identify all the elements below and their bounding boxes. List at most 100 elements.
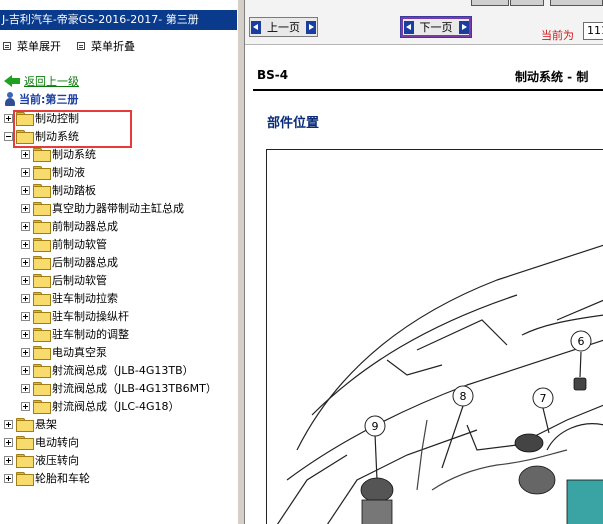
current-book-label: 当前:第三册: [19, 93, 79, 106]
expand-toggle-icon[interactable]: [21, 221, 30, 231]
folder-icon: [33, 256, 51, 270]
menu-controls: 菜单展开 菜单折叠: [3, 38, 135, 54]
expand-toggle-icon[interactable]: [21, 167, 30, 177]
toolbar-edge: [550, 0, 603, 6]
collapse-all-label: 菜单折叠: [91, 40, 135, 53]
tree-item-label[interactable]: 后制动软管: [52, 272, 107, 288]
prev-page-button[interactable]: 上一页: [249, 17, 318, 37]
tree-child-item[interactable]: 驻车制动拉索: [21, 290, 118, 306]
tree-child-item[interactable]: 射流阀总成（JLB-4G13TB）: [21, 362, 194, 378]
expand-toggle-icon[interactable]: [21, 293, 30, 303]
tree-child-item[interactable]: 真空助力器带制动主缸总成: [21, 200, 184, 216]
expand-toggle-icon[interactable]: [21, 185, 30, 195]
car-line-drawing: 6 7 8 9: [276, 244, 603, 524]
tree-child-item[interactable]: 制动踏板: [21, 182, 96, 198]
tree-child-item[interactable]: 射流阀总成（JLB-4G13TB6MT）: [21, 380, 217, 396]
tree-item-label[interactable]: 电动转向: [35, 434, 79, 450]
folder-icon: [33, 274, 51, 288]
callout-6: 6: [578, 335, 585, 348]
tree-item-label[interactable]: 前制动器总成: [52, 218, 118, 234]
expand-toggle-icon[interactable]: [21, 275, 30, 285]
callout-8: 8: [460, 390, 467, 403]
tree-item-label[interactable]: 悬架: [35, 416, 57, 432]
expand-toggle-icon[interactable]: [4, 113, 13, 123]
toolbar-edge: [510, 0, 544, 6]
expand-all-button[interactable]: 菜单展开: [3, 38, 61, 54]
folder-icon: [16, 418, 34, 432]
tree-item-electric-steering[interactable]: 电动转向: [4, 434, 79, 450]
arrow-right-icon: [458, 20, 469, 34]
tree-item-label[interactable]: 射流阀总成（JLC-4G18）: [52, 398, 180, 414]
folder-icon: [33, 238, 51, 252]
tree-child-item[interactable]: 射流阀总成（JLC-4G18）: [21, 398, 180, 414]
tree-item-label[interactable]: 射流阀总成（JLB-4G13TB6MT）: [52, 380, 217, 396]
expand-toggle-icon[interactable]: [4, 419, 13, 429]
expand-toggle-icon[interactable]: [4, 437, 13, 447]
arrow-right-icon: [306, 20, 316, 34]
expand-toggle-icon[interactable]: [21, 329, 30, 339]
expand-toggle-icon[interactable]: [21, 311, 30, 321]
document-pane: 上一页 下一页 当前为 111 BS-4 制动系统 - 制 部件位置: [245, 0, 603, 524]
tree-item-label[interactable]: 驻车制动的调整: [52, 326, 129, 342]
expand-toggle-icon[interactable]: [21, 401, 30, 411]
tree-item-label[interactable]: 轮胎和车轮: [35, 470, 90, 486]
tree-item-suspension[interactable]: 悬架: [4, 416, 57, 432]
expand-toggle-icon[interactable]: [21, 383, 30, 393]
tree-item-label[interactable]: 制动液: [52, 164, 85, 180]
folder-icon: [33, 220, 51, 234]
doc-section-code: BS-4: [257, 68, 289, 82]
expand-toggle-icon[interactable]: [21, 203, 30, 213]
tree-item-label[interactable]: 制动踏板: [52, 182, 96, 198]
tree-item-label[interactable]: 后制动器总成: [52, 254, 118, 270]
tree-item-label[interactable]: 制动系统: [52, 146, 96, 162]
tree-item-label[interactable]: 驻车制动操纵杆: [52, 308, 129, 324]
expand-toggle-icon[interactable]: [21, 257, 30, 267]
tree-child-item[interactable]: 制动液: [21, 164, 85, 180]
expand-toggle-icon[interactable]: [21, 239, 30, 249]
tree-child-item[interactable]: 驻车制动的调整: [21, 326, 129, 342]
tree-child-item[interactable]: 前制动器总成: [21, 218, 118, 234]
doc-heading: 部件位置: [267, 116, 320, 131]
next-page-label: 下一页: [419, 21, 453, 34]
tree-item-label[interactable]: 驻车制动拉索: [52, 290, 118, 306]
tree-item-tires-wheels[interactable]: 轮胎和车轮: [4, 470, 90, 486]
arrow-left-icon: [403, 20, 414, 34]
expand-toggle-icon[interactable]: [21, 365, 30, 375]
tree-item-label[interactable]: 前制动软管: [52, 236, 107, 252]
back-link[interactable]: 返回上一级: [24, 73, 79, 89]
folder-icon: [16, 472, 34, 486]
collapse-toggle-icon[interactable]: [4, 131, 13, 141]
expand-toggle-icon[interactable]: [21, 347, 30, 357]
document-page: BS-4 制动系统 - 制 部件位置 6 7 8 9: [245, 46, 603, 524]
toolbar-edge: [471, 0, 509, 6]
page-toolbar: 上一页 下一页 当前为 111: [245, 0, 603, 45]
back-row: 返回上一级: [4, 73, 79, 89]
callout-9: 9: [372, 420, 379, 433]
prev-page-label: 上一页: [267, 21, 300, 34]
collapse-all-button[interactable]: 菜单折叠: [77, 38, 135, 54]
tree-child-item[interactable]: 制动系统: [21, 146, 96, 162]
header-rule: [253, 89, 603, 91]
tree-item-label[interactable]: 真空助力器带制动主缸总成: [52, 200, 184, 216]
expand-toggle-icon[interactable]: [4, 473, 13, 483]
pane-splitter[interactable]: [237, 0, 245, 524]
folder-icon: [33, 328, 51, 342]
folder-icon: [33, 364, 51, 378]
folder-icon: [33, 184, 51, 198]
tree-child-item[interactable]: 后制动软管: [21, 272, 107, 288]
next-page-button[interactable]: 下一页: [400, 16, 472, 38]
menu-collapse-icon: [77, 42, 85, 50]
tree-child-item[interactable]: 驻车制动操纵杆: [21, 308, 129, 324]
current-page-input[interactable]: 111: [583, 22, 603, 40]
folder-icon: [33, 310, 51, 324]
tree-child-item[interactable]: 后制动器总成: [21, 254, 118, 270]
expand-toggle-icon[interactable]: [21, 149, 30, 159]
tree-item-label[interactable]: 电动真空泵: [52, 344, 107, 360]
tree-child-item[interactable]: 前制动软管: [21, 236, 107, 252]
expand-toggle-icon[interactable]: [4, 455, 13, 465]
tree-item-label[interactable]: 液压转向: [35, 452, 79, 468]
tree-item-label[interactable]: 射流阀总成（JLB-4G13TB）: [52, 362, 194, 378]
tree-child-item[interactable]: 电动真空泵: [21, 344, 107, 360]
back-arrow-icon: [4, 75, 20, 87]
tree-item-hydraulic-steering[interactable]: 液压转向: [4, 452, 79, 468]
